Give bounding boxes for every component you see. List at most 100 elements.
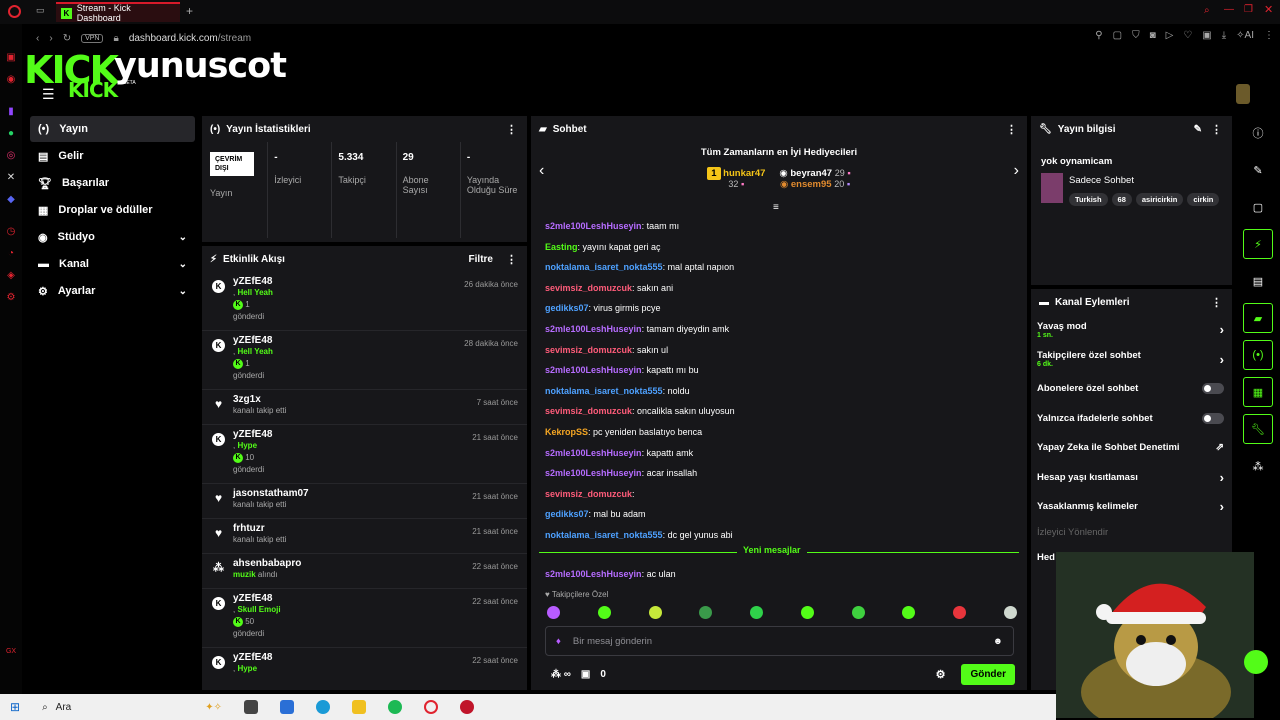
menu-icon[interactable]: ⋮ [1264, 30, 1274, 41]
emote-icon[interactable] [800, 606, 814, 619]
chat-message[interactable]: KekropSS: pc yeniden baslatıyo benca [545, 422, 1025, 443]
kebab-menu-icon[interactable]: ⋮ [1006, 123, 1017, 136]
feed-item[interactable]: ♥ jasonstatham07 21 saat önce kanalı takip … [202, 484, 527, 519]
messenger-icon[interactable]: ◉ [0, 68, 22, 90]
gx-icon[interactable]: GX [0, 640, 22, 662]
aria-icon[interactable]: ▣ [0, 46, 22, 68]
feed-item[interactable]: ⁂ ahsenbabapro 22 saat önce muzik alındı [202, 554, 527, 589]
tag[interactable]: asiricirkin [1135, 193, 1184, 206]
gift-icon[interactable]: ▣ [581, 669, 590, 680]
chat-username[interactable]: gedikks07 [545, 509, 589, 519]
kebab-menu-icon[interactable]: ⋮ [506, 253, 517, 266]
chat-message[interactable]: gedikks07: virus girmis pcye [545, 298, 1025, 319]
obs-icon[interactable] [460, 700, 475, 714]
feed-item[interactable]: KyZEfE48 21 saat önce, Hype K 10 gönderdi [202, 425, 527, 484]
send-button[interactable]: Gönder [961, 664, 1015, 685]
wrench-icon[interactable]: 🔧︎ [1243, 414, 1273, 444]
chat-message[interactable]: s2mle100LeshHuseyin: tamam diyeydin amk [545, 319, 1025, 340]
chat-message[interactable]: sevimsiz_domuzcuk: [545, 484, 1025, 505]
action-banned-words[interactable]: Yasaklanmış kelimeler › [1031, 492, 1232, 522]
chevron-left-icon[interactable]: ‹ [539, 162, 544, 180]
nav-item-ayarlar[interactable]: ⚙ Ayarlar ⌄ [30, 278, 195, 304]
feed-item[interactable]: ♥ frhtuzr 21 saat önce kanalı takip etti [202, 519, 527, 554]
lightning-icon[interactable]: ⚡︎ [1243, 229, 1273, 259]
hamburger-menu-icon[interactable]: ☰ [42, 86, 55, 103]
gifter-first[interactable]: 1 hunkar47 32 ▪ [707, 167, 765, 190]
whatsapp-icon[interactable]: ● [0, 122, 22, 144]
camera-icon[interactable]: ◙ [1150, 30, 1156, 41]
kebab-menu-icon[interactable]: ⋮ [1211, 123, 1222, 136]
emote-icon[interactable] [597, 606, 611, 619]
wallet-icon[interactable]: ▣ [1202, 30, 1211, 41]
chat-username[interactable]: sevimsiz_domuzcuk [545, 489, 632, 499]
kebab-menu-icon[interactable]: ⋮ [506, 123, 517, 136]
emote-icon[interactable] [750, 606, 764, 619]
chat-username[interactable]: sevimsiz_domuzcuk [545, 283, 632, 293]
chat-username[interactable]: s2mle100LeshHuseyin [545, 365, 642, 375]
chat-message[interactable]: noktalama_isaret_nokta555: noldu [545, 381, 1025, 402]
chat-settings-icon[interactable]: ⚙ [936, 668, 946, 681]
chat-username[interactable]: sevimsiz_domuzcuk [545, 406, 632, 416]
action-followers-only[interactable]: Takipçilere özel sohbet 6 dk. › [1031, 345, 1232, 375]
chat-username[interactable]: s2mle100LeshHuseyin [545, 569, 642, 579]
chat-username[interactable]: noktalama_isaret_nokta555 [545, 530, 663, 540]
history-icon[interactable]: ◔ [0, 242, 22, 264]
chat-message[interactable]: s2mle100LeshHuseyin: taam mı [545, 216, 1025, 237]
chat-username[interactable]: Easting [545, 242, 578, 252]
clipboard-icon[interactable]: ▤ [1243, 266, 1273, 296]
chat-username[interactable]: s2mle100LeshHuseyin [545, 324, 642, 334]
chat-bubble-icon[interactable]: ▰ [1243, 303, 1273, 333]
collapse-icon[interactable]: ≡ [773, 202, 779, 213]
kebab-menu-icon[interactable]: ⋮ [1211, 296, 1222, 309]
emote-icon[interactable] [1003, 606, 1017, 619]
avatar[interactable] [1236, 84, 1250, 104]
emote-icon[interactable] [547, 606, 560, 619]
windows-start-icon[interactable]: ⊞ [10, 700, 20, 714]
filter-button[interactable]: Filtre [469, 254, 493, 265]
search-tabs-icon[interactable]: ⌕ [1204, 5, 1210, 16]
nav-item-yayin[interactable]: (•) Yayın [30, 116, 195, 142]
new-messages-label[interactable]: Yeni mesajlar [737, 545, 807, 555]
chat-message[interactable]: noktalama_isaret_nokta555: dc gel yunus … [545, 525, 1025, 546]
chat-username[interactable]: s2mle100LeshHuseyin [545, 221, 642, 231]
download-icon[interactable]: ⤓ [1222, 30, 1226, 41]
reload-icon[interactable]: ↻ [63, 33, 71, 44]
pin-icon[interactable]: ⚲ [1095, 30, 1102, 41]
play-icon[interactable]: ▷ [1166, 30, 1174, 41]
bookmark-icon[interactable]: ◈ [0, 264, 22, 286]
feed-item[interactable]: KyZEfE48 22 saat önce, Hype [202, 648, 527, 690]
new-tab-button[interactable]: + [186, 4, 193, 18]
chat-message[interactable]: s2mle100LeshHuseyin: kapattı mı bu [545, 360, 1025, 381]
chat-message[interactable]: sevimsiz_domuzcuk: sakın ul [545, 340, 1025, 361]
maximize-button[interactable]: ❐ [1244, 4, 1253, 15]
opera-logo-icon[interactable] [8, 5, 21, 18]
chat-message[interactable]: noktalama_isaret_nokta555: mal aptal nap… [545, 257, 1025, 278]
forward-icon[interactable]: › [49, 33, 52, 44]
feed-item[interactable]: KyZEfE48 26 dakika önce, Hell Yeah K 1 gönd… [202, 272, 527, 331]
minimize-button[interactable]: — [1224, 4, 1234, 15]
discord-icon[interactable]: ◆ [0, 188, 22, 210]
nav-item-basarilar[interactable]: 🏆︎ Başarılar [30, 170, 195, 196]
nav-item-studyo[interactable]: ◉ Stüdyo ⌄ [30, 224, 195, 250]
nav-item-droplar[interactable]: ▦ Droplar ve ödüller [30, 197, 195, 223]
spotify-icon[interactable] [388, 700, 403, 714]
emotes-only-toggle[interactable] [1202, 412, 1224, 424]
workspace-icon[interactable]: ▭ [36, 5, 45, 16]
chat-username[interactable]: s2mle100LeshHuseyin [545, 448, 642, 458]
chat-message[interactable]: Easting: yayını kapat geri aç [545, 237, 1025, 258]
chat-message[interactable]: s2mle100LeshHuseyin: acar insallah [545, 463, 1025, 484]
x-icon[interactable]: ✕ [0, 166, 22, 188]
twitch-icon[interactable]: ▮ [0, 100, 22, 122]
chat-message[interactable]: s2mle100LeshHuseyin: kapattı amk [545, 443, 1025, 464]
action-slow-mode[interactable]: Yavaş mod 1 sn. › [1031, 315, 1232, 345]
close-window-button[interactable]: ✕ [1264, 3, 1273, 16]
chat-username[interactable]: gedikks07 [545, 303, 589, 313]
nav-item-gelir[interactable]: ▤ Gelir [30, 143, 195, 169]
edit-icon[interactable]: ✎ [1194, 124, 1202, 135]
channel-points-icon[interactable]: ⁂ [1243, 451, 1273, 481]
feed-item[interactable]: ♥ 3zg1x 7 saat önce kanalı takip etti [202, 390, 527, 425]
task-view-icon[interactable] [244, 700, 259, 714]
chat-username[interactable]: s2mle100LeshHuseyin [545, 468, 642, 478]
emote-icon[interactable] [648, 606, 662, 619]
kick-floating-button[interactable] [1244, 650, 1268, 674]
